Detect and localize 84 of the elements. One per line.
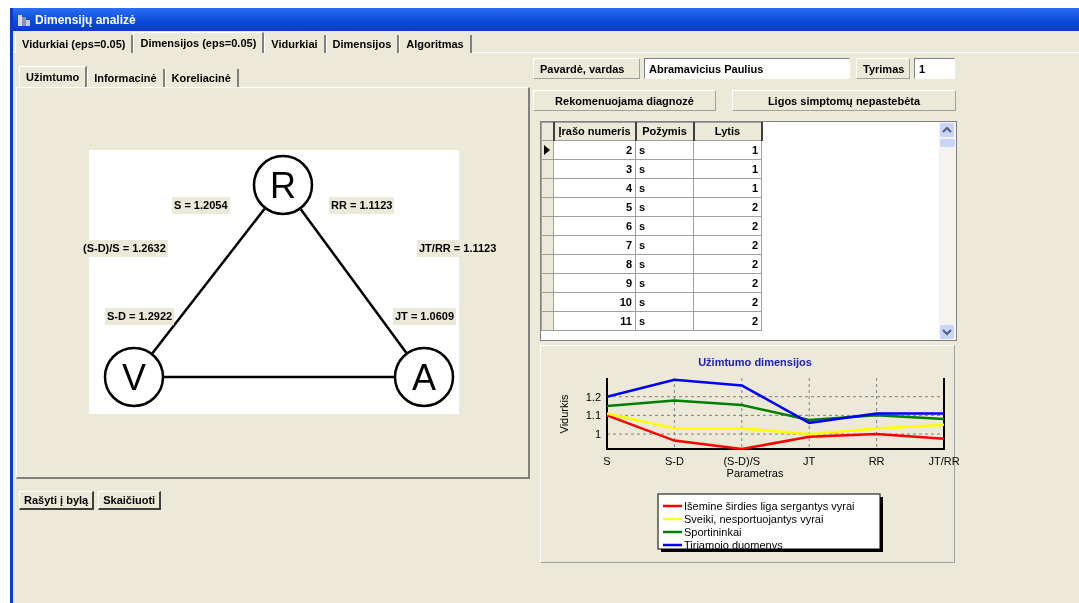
- edge-label: S-D = 1.2922: [105, 308, 175, 325]
- edge-label: S = 1.2054: [172, 197, 230, 214]
- table-cell: 2: [751, 219, 758, 232]
- table-cell: 1: [751, 143, 758, 156]
- table-cell: 2: [625, 143, 632, 156]
- node: R: [252, 154, 314, 216]
- diagnosis-value: Ligos simptomų nepastebėta: [732, 90, 956, 111]
- edge-label: JT = 1.0609: [393, 308, 457, 325]
- legend-swatch: [663, 543, 682, 547]
- legend-label: Tiriamojo duomenys: [684, 539, 783, 551]
- table-cell: 2: [751, 257, 758, 270]
- scrollbar[interactable]: [939, 122, 956, 340]
- table-cell: 2: [751, 200, 758, 213]
- x-tick-label: (S-D)/S: [723, 455, 761, 467]
- tab[interactable]: Vidurkiai: [264, 35, 326, 53]
- tab[interactable]: Vidurkiai (eps=0.05): [15, 35, 134, 53]
- table-cell: 6: [625, 219, 632, 232]
- tab[interactable]: Algoritmas: [399, 35, 472, 53]
- legend-label: Sportininkai: [684, 526, 742, 538]
- table-cell: 10: [619, 295, 632, 308]
- tab[interactable]: Informacinė: [87, 69, 165, 87]
- table-cell: 8: [625, 257, 632, 270]
- table-cell: s: [639, 219, 646, 232]
- legend-label: Išemine širdies liga sergantys vyrai: [684, 500, 855, 512]
- study-field[interactable]: 1: [914, 58, 955, 79]
- column-header[interactable]: Požymis: [635, 122, 694, 141]
- edge-label: RR = 1.1123: [329, 197, 395, 214]
- tab[interactable]: Užimtumo: [19, 66, 88, 87]
- table-cell: s: [639, 276, 646, 289]
- tab[interactable]: Dimensijos (eps=0.05): [133, 32, 265, 53]
- table-cell: s: [639, 238, 646, 251]
- table-cell: 1: [751, 162, 758, 175]
- y-tick-label: 1: [594, 428, 601, 441]
- table-cell: s: [639, 200, 646, 213]
- table-cell: 3: [625, 162, 632, 175]
- action-button[interactable]: Skaičiuoti: [98, 491, 162, 510]
- x-axis-title: Parametras: [726, 467, 784, 479]
- app-icon: [17, 12, 31, 27]
- table-cell: 4: [625, 181, 632, 194]
- legend-label: Sveiki, nesportuojantys vyrai: [684, 513, 824, 525]
- x-tick-label: JT/RR: [928, 455, 960, 467]
- table-cell: 9: [625, 276, 632, 289]
- column-header[interactable]: Įrašo numeris: [553, 122, 636, 141]
- table-cell: s: [639, 181, 646, 194]
- x-tick-label: JT: [803, 455, 816, 467]
- table-cell: 2: [751, 276, 758, 289]
- window-title: Dimensijų analizė: [35, 11, 136, 29]
- y-tick-label: 1.1: [585, 409, 601, 422]
- tab[interactable]: Dimensijos: [325, 35, 400, 53]
- x-tick-label: RR: [868, 455, 885, 467]
- table-cell: 2: [751, 314, 758, 327]
- tab[interactable]: Koreliacinė: [164, 69, 239, 87]
- node: V: [103, 346, 165, 408]
- x-tick-label: S-D: [664, 455, 684, 467]
- table-cell: s: [639, 143, 646, 156]
- edge-label: JT/RR = 1.1123: [417, 240, 499, 257]
- edge-label: (S-D)/S = 1.2632: [81, 240, 168, 257]
- table-cell: 7: [625, 238, 632, 251]
- table-cell: 11: [620, 314, 632, 327]
- diagnosis-label: Rekomenuojama diagnozė: [533, 90, 716, 111]
- legend-swatch: [663, 530, 682, 534]
- table-cell: 1: [751, 181, 758, 194]
- chart-title: Užimtumo dimensijos: [698, 356, 812, 368]
- name-label: Pavardė, vardas: [533, 58, 640, 79]
- node: A: [393, 346, 455, 408]
- scroll-thumb[interactable]: [940, 139, 955, 147]
- study-label: Tyrimas: [856, 58, 910, 79]
- table-cell: 2: [751, 295, 758, 308]
- scroll-up-icon[interactable]: [939, 122, 955, 138]
- column-header[interactable]: Lytis: [693, 122, 762, 141]
- legend-swatch: [663, 504, 682, 508]
- y-axis-title: Vidurkis: [558, 394, 570, 434]
- y-tick-label: 1.2: [585, 390, 601, 403]
- table-cell: s: [639, 295, 646, 308]
- table-cell: s: [639, 162, 646, 175]
- x-tick-label: S: [603, 455, 611, 467]
- table-cell: 2: [751, 238, 758, 251]
- table-cell: 5: [625, 200, 632, 213]
- legend-swatch: [663, 517, 682, 521]
- name-field[interactable]: Abramavicius Paulius: [644, 58, 850, 79]
- action-button[interactable]: Rašyti į bylą: [19, 491, 95, 510]
- table-cell: s: [639, 314, 646, 327]
- table-cell: s: [639, 257, 646, 270]
- scroll-down-icon[interactable]: [939, 324, 955, 340]
